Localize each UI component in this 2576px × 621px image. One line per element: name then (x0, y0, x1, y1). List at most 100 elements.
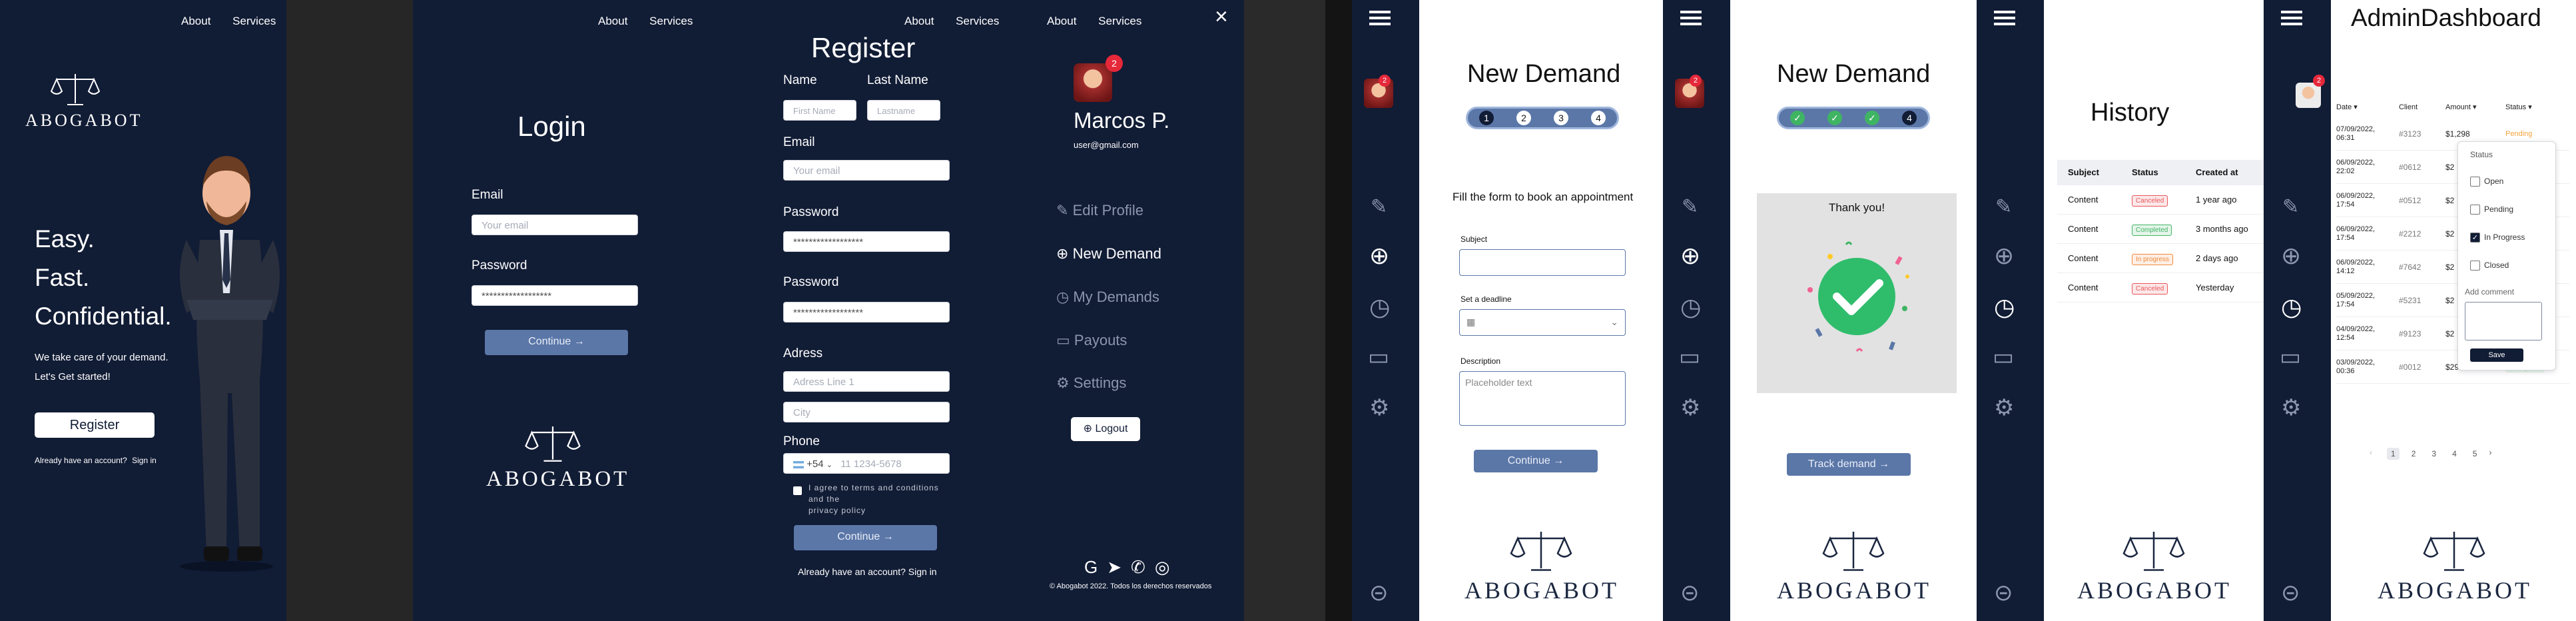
clock-icon[interactable]: ◷ (1994, 293, 2015, 321)
pencil-icon[interactable]: ✎ (1682, 195, 1698, 219)
telegram-icon[interactable]: ➤ (1107, 557, 1131, 577)
menu-item-edit-profile[interactable]: ✎ Edit Profile (1056, 202, 1143, 219)
plus-circle-icon[interactable]: ⊕ (1680, 242, 1700, 270)
gear-icon[interactable]: ⚙ (2281, 394, 2301, 421)
password-input[interactable]: ****************** (783, 231, 950, 252)
avatar[interactable] (1074, 63, 1112, 102)
money-icon[interactable]: ▭ (1368, 344, 1389, 370)
nav-services-link[interactable]: Services (956, 15, 999, 27)
nav-services-link[interactable]: Services (649, 15, 693, 27)
checkbox-icon[interactable] (2470, 261, 2480, 271)
prev-page-button[interactable]: ‹ (2370, 448, 2379, 460)
pencil-icon[interactable]: ✎ (2282, 195, 2299, 219)
password-confirm-input[interactable]: ****************** (783, 302, 950, 322)
hamburger-icon[interactable] (1680, 11, 1702, 25)
menu-item-my-demands[interactable]: ◷ My Demands (1056, 289, 1159, 306)
comment-input[interactable] (2465, 302, 2542, 340)
page-number[interactable]: 5 (2469, 448, 2481, 460)
clock-icon[interactable]: ◷ (1680, 293, 1701, 321)
page-title: AdminDashboard (2351, 4, 2541, 31)
logout-icon[interactable]: ⊝ (1369, 580, 1389, 606)
register-button[interactable]: Register (35, 412, 155, 438)
pencil-icon[interactable]: ✎ (1371, 195, 1387, 219)
google-icon[interactable]: G (1084, 557, 1107, 577)
header-date[interactable]: Date ▾ (2336, 97, 2399, 117)
money-icon[interactable]: ▭ (1679, 344, 1700, 370)
continue-button[interactable]: Continue → (485, 330, 628, 355)
table-row[interactable]: Content In progress 2 days ago (2057, 244, 2264, 273)
close-icon[interactable]: × (1215, 4, 1228, 30)
address-line-input[interactable]: Adress Line 1 (783, 371, 950, 392)
hamburger-icon[interactable] (2281, 11, 2302, 25)
header-subject[interactable]: Subject (2057, 160, 2132, 185)
description-input[interactable]: Placeholder text (1459, 371, 1626, 426)
next-page-button[interactable]: › (2489, 448, 2498, 460)
page-number[interactable]: 3 (2427, 448, 2440, 460)
privacy-policy-link[interactable]: privacy policy (808, 505, 939, 516)
city-input[interactable]: City (783, 402, 950, 422)
checkbox-icon[interactable] (2470, 205, 2480, 215)
track-demand-button[interactable]: Track demand → (1787, 453, 1911, 476)
header-status[interactable]: Status (2132, 160, 2196, 185)
instagram-icon[interactable]: ◎ (1155, 557, 1179, 577)
subject-input[interactable] (1459, 249, 1626, 276)
gear-icon[interactable]: ⚙ (1994, 394, 2014, 421)
clock-icon[interactable]: ◷ (2281, 293, 2302, 321)
signin-link[interactable]: Sign in (908, 566, 937, 577)
nav-services-link[interactable]: Services (1098, 15, 1141, 27)
filter-option[interactable]: ✓ In Progress (2470, 233, 2525, 243)
table-row[interactable]: Content Canceled Yesterday (2057, 273, 2264, 303)
header-created[interactable]: Created at (2196, 160, 2264, 185)
gear-icon[interactable]: ⚙ (1369, 394, 1389, 421)
page-number[interactable]: 2 (2408, 448, 2420, 460)
header-client[interactable]: Client (2399, 97, 2445, 117)
email-input[interactable]: Your email (783, 160, 950, 181)
menu-item-new-demand[interactable]: ⊕ New Demand (1056, 245, 1161, 263)
money-icon[interactable]: ▭ (2280, 344, 2301, 370)
header-status[interactable]: Status ▾ (2505, 97, 2559, 117)
filter-option[interactable]: Closed (2470, 261, 2509, 271)
signin-link[interactable]: Sign in (132, 456, 157, 465)
save-button[interactable]: Save (2470, 348, 2523, 362)
nav-about-link[interactable]: About (598, 15, 627, 27)
continue-button[interactable]: Continue → (794, 525, 937, 550)
logout-icon[interactable]: ⊝ (1680, 580, 1700, 606)
whatsapp-icon[interactable]: ✆ (1131, 557, 1155, 577)
pencil-icon[interactable]: ✎ (1995, 195, 2012, 219)
clock-icon[interactable]: ◷ (1369, 293, 1390, 321)
logout-icon[interactable]: ⊝ (1994, 580, 2013, 606)
logout-button[interactable]: ⊕ Logout (1071, 417, 1140, 441)
continue-button[interactable]: Continue → (1474, 450, 1598, 472)
phone-country-code[interactable]: +54 (806, 458, 823, 470)
nav-services-link[interactable]: Services (232, 15, 276, 27)
gear-icon[interactable]: ⚙ (1680, 394, 1700, 421)
checkbox-icon[interactable] (2470, 177, 2480, 187)
password-input[interactable]: ****************** (472, 285, 638, 306)
terms-checkbox[interactable] (793, 486, 802, 495)
menu-item-settings[interactable]: ⚙ Settings (1056, 374, 1126, 392)
header-amount[interactable]: Amount ▾ (2445, 97, 2505, 117)
table-row[interactable]: Content Completed 3 months ago (2057, 215, 2264, 244)
nav-about-link[interactable]: About (904, 15, 934, 27)
nav-about-link[interactable]: About (1047, 15, 1076, 27)
email-input[interactable]: Your email (472, 215, 638, 235)
checkbox-icon[interactable]: ✓ (2470, 233, 2480, 243)
page-number[interactable]: 4 (2448, 448, 2461, 460)
plus-circle-icon[interactable]: ⊕ (1994, 242, 2014, 270)
filter-option[interactable]: Open (2470, 177, 2503, 187)
firstname-input[interactable]: First Name (783, 100, 856, 121)
logout-icon[interactable]: ⊝ (2281, 580, 2300, 606)
deadline-input[interactable]: ▦ ⌄ (1459, 309, 1626, 336)
nav-about-link[interactable]: About (181, 15, 210, 27)
filter-option[interactable]: Pending (2470, 205, 2513, 215)
lastname-input[interactable]: Lastname (867, 100, 940, 121)
menu-item-payouts[interactable]: ▭ Payouts (1056, 332, 1127, 349)
plus-circle-icon[interactable]: ⊕ (1369, 242, 1389, 270)
money-icon[interactable]: ▭ (1993, 344, 2014, 370)
hamburger-icon[interactable] (1369, 11, 1391, 25)
hamburger-icon[interactable] (1994, 11, 2015, 25)
plus-circle-icon[interactable]: ⊕ (2281, 242, 2301, 270)
table-row[interactable]: Content Canceled 1 year ago (2057, 185, 2264, 215)
page-number[interactable]: 1 (2387, 448, 2400, 460)
phone-input[interactable]: +54 ⌄ 11 1234-5678 (783, 453, 950, 474)
